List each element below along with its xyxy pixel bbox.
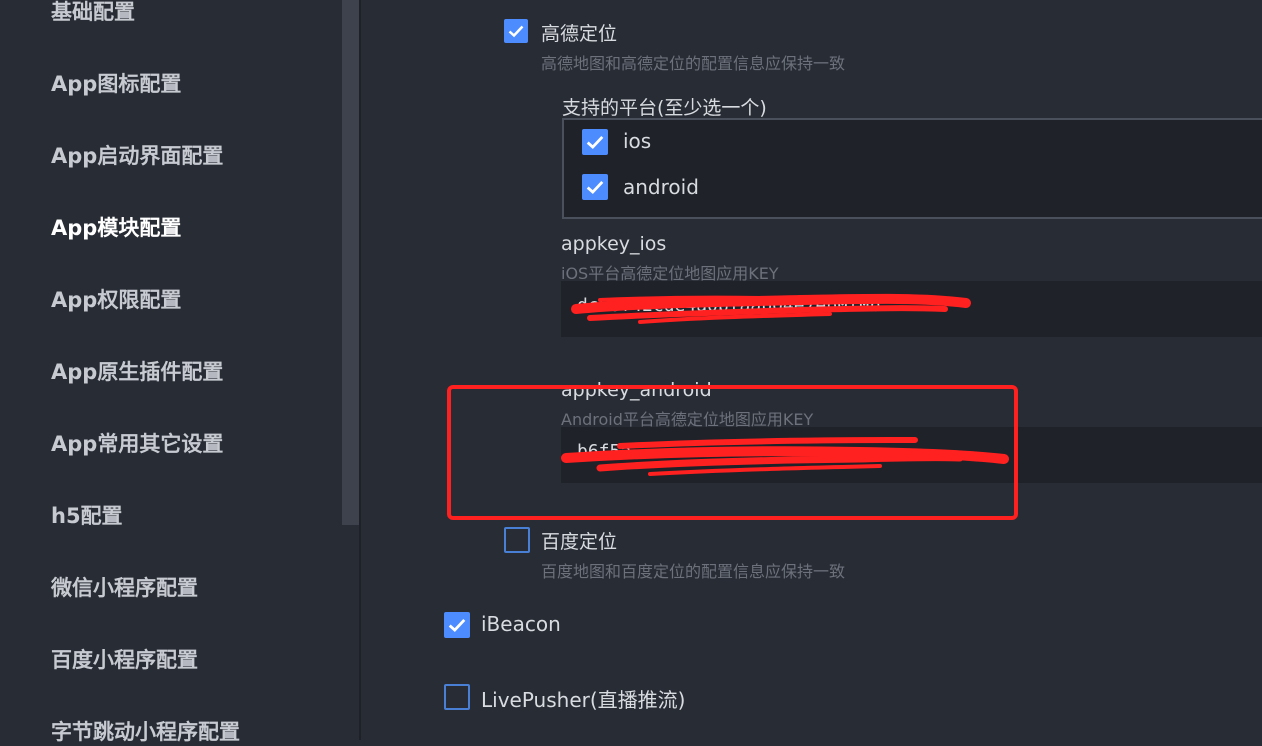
platform-list [562,118,1262,219]
amap-location-hint: 高德地图和高德定位的配置信息应保持一致 [541,54,846,73]
check-icon [586,135,604,150]
livepusher-checkbox[interactable] [444,684,470,710]
sidebar-scrollbar[interactable] [342,0,359,525]
platform-android-checkbox[interactable] [582,174,608,200]
appkey-ios-label: appkey_ios [561,233,667,255]
baidu-location-checkbox[interactable] [504,527,530,553]
sidebar-item-basic-config[interactable]: 基础配置 [51,0,135,26]
supported-platforms-label: 支持的平台(至少选一个) [562,97,767,119]
sidebar-item-app-other-settings[interactable]: App常用其它设置 [51,430,223,458]
ibeacon-checkbox[interactable] [444,612,470,638]
appkey-android-label: appkey_android [561,379,712,401]
livepusher-label: LivePusher(直播推流) [481,688,686,712]
baidu-location-label: 百度定位 [541,531,618,553]
sidebar-item-app-permission-config[interactable]: App权限配置 [51,286,181,314]
amap-location-checkbox[interactable] [504,19,528,43]
sidebar-item-baidu-miniprogram-config[interactable]: 百度小程序配置 [51,646,198,674]
platform-ios-checkbox[interactable] [582,129,608,155]
amap-location-label: 高德定位 [541,23,618,45]
sidebar: 基础配置 App图标配置 App启动界面配置 App模块配置 App权限配置 A… [0,0,345,744]
appkey-ios-input[interactable]: dc68f42cde4a0bfaab04e7eb0f0b [561,281,1262,337]
check-icon [508,25,524,38]
check-icon [586,180,604,195]
sidebar-item-app-icon-config[interactable]: App图标配置 [51,70,181,98]
appkey-android-input[interactable]: b6f5a [561,427,1262,483]
platform-ios-label: ios [623,129,652,153]
sidebar-item-h5-config[interactable]: h5配置 [51,502,123,530]
platform-android-label: android [623,175,699,199]
sidebar-item-weixin-miniprogram-config[interactable]: 微信小程序配置 [51,574,198,602]
sidebar-item-app-splash-config[interactable]: App启动界面配置 [51,142,223,170]
sidebar-item-app-native-plugin-config[interactable]: App原生插件配置 [51,358,223,386]
check-icon [448,618,466,633]
sidebar-item-app-module-config[interactable]: App模块配置 [51,214,181,242]
ibeacon-label: iBeacon [481,612,561,636]
baidu-location-hint: 百度地图和百度定位的配置信息应保持一致 [541,562,846,581]
sidebar-item-bytedance-miniprogram-config[interactable]: 字节跳动小程序配置 [51,718,240,746]
